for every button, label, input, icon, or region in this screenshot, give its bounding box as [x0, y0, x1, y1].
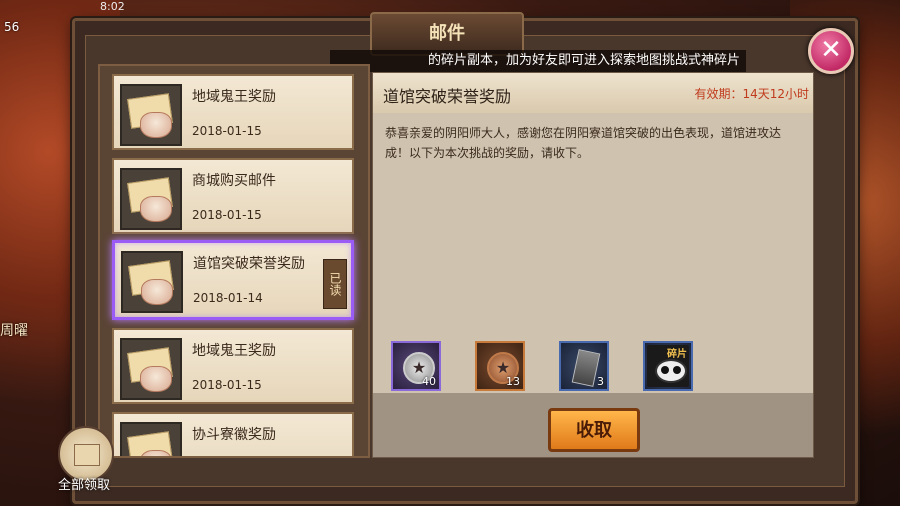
gift-envelope-icon [120, 168, 182, 230]
close-button[interactable]: ✕ [808, 28, 854, 74]
collect-all-button[interactable]: 全部领取 [48, 426, 120, 506]
mail-date: 2018-01-15 [192, 378, 262, 392]
status-bar-time: 8:02 [100, 0, 125, 13]
mail-date: 2018-01-15 [192, 124, 262, 138]
announcement-marquee: 的碎片副本，加为好友即可进入探索地图挑战式神碎片 [330, 50, 746, 72]
expiry-text: 有效期：14天12小时 [694, 87, 809, 101]
mail-title: 协斗寮徽奖励 [192, 427, 276, 443]
reward-count: 40 [422, 375, 436, 388]
detail-message: 恭喜亲爱的阴阳师大人，感谢您在阴阳寮道馆突破的出色表现，道馆进攻达成！以下为本次… [385, 126, 782, 160]
reward-list: ★ 40 ★ 13 3 碎片 [391, 341, 811, 395]
reward-count: 13 [506, 375, 520, 388]
mail-list-item[interactable]: 地域鬼王奖励 2018-01-15 [112, 328, 354, 404]
mail-title: 地域鬼王奖励 [192, 343, 276, 359]
reward-item[interactable]: 3 [559, 341, 609, 391]
card-icon [571, 349, 601, 387]
gift-envelope-icon [121, 251, 183, 313]
read-tag: 已读 [323, 259, 347, 309]
detail-title: 道馆突破荣誉奖励 [383, 87, 512, 106]
mail-list-item[interactable]: 地域鬼王奖励 2018-01-15 [112, 74, 354, 150]
detail-header: 道馆突破荣誉奖励 有效期：14天12小时 [373, 73, 813, 113]
mail-date: 2018-01-14 [193, 291, 263, 305]
player-level: 56 [4, 20, 20, 34]
gift-envelope-icon [120, 422, 182, 456]
collect-button[interactable]: 收取 [548, 408, 640, 452]
mail-list-item[interactable]: 商城购买邮件 2018-01-15 [112, 158, 354, 234]
mail-date: 2018-01-15 [192, 208, 262, 222]
mail-list-item[interactable]: 协斗寮徽奖励 [112, 412, 354, 456]
collect-all-label: 全部领取 [57, 478, 110, 493]
shard-label: 碎片 [667, 349, 687, 360]
side-label: 周曜 [0, 323, 28, 339]
reward-item[interactable]: ★ 13 [475, 341, 525, 391]
mail-title: 商城购买邮件 [192, 173, 276, 189]
mail-list-item-selected[interactable]: 道馆突破荣誉奖励 2018-01-14 已读 [112, 240, 354, 320]
reward-item[interactable]: ★ 40 [391, 341, 441, 391]
reward-count: 3 [597, 375, 604, 388]
mail-title: 道馆突破荣誉奖励 [193, 256, 305, 272]
daruma-shard-icon: 碎片 [647, 345, 689, 387]
close-icon: ✕ [820, 35, 842, 65]
mail-detail: 道馆突破荣誉奖励 有效期：14天12小时 恭喜亲爱的阴阳师大人，感谢您在阴阳寮道… [372, 72, 814, 458]
gift-envelope-icon [120, 338, 182, 400]
mail-list[interactable]: 地域鬼王奖励 2018-01-15 商城购买邮件 2018-01-15 道馆突破… [98, 64, 370, 458]
reward-item[interactable]: 碎片 [643, 341, 693, 391]
gift-envelope-icon [120, 84, 182, 146]
mail-title: 地域鬼王奖励 [192, 89, 276, 105]
